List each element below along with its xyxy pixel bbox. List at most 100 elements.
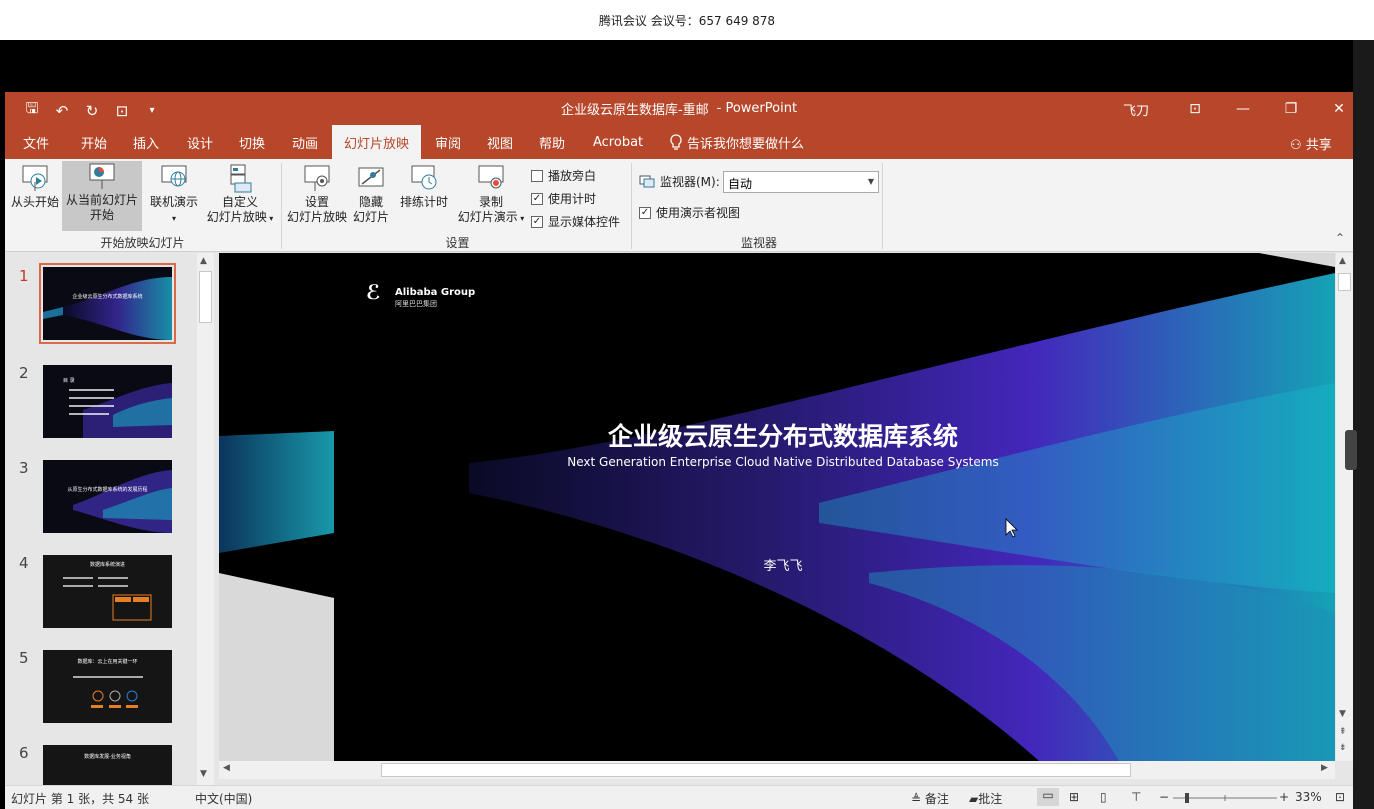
- online-present-button[interactable]: 联机演示 ▾: [146, 163, 202, 233]
- monitor-label-text: 监视器(M):: [660, 175, 720, 189]
- zoom-in-icon[interactable]: +: [1279, 790, 1289, 804]
- restore-icon[interactable]: ❐: [1267, 92, 1315, 125]
- zoom-level[interactable]: 33%: [1295, 790, 1322, 804]
- tab-insert[interactable]: 插入: [121, 125, 171, 159]
- window-title: 企业级云原生数据库-重邮 - PowerPoint: [5, 92, 1353, 125]
- comments-button[interactable]: ▰批注: [969, 790, 1002, 807]
- notes-button[interactable]: ≜ 备注: [911, 790, 949, 807]
- tab-transitions[interactable]: 切换: [227, 125, 277, 159]
- slide-thumbnail-1[interactable]: 企业级云原生分布式数据库系统: [39, 263, 176, 344]
- use-timings-checkbox[interactable]: ✓ 使用计时: [531, 190, 596, 207]
- scroll-up-icon[interactable]: ▲: [200, 256, 207, 266]
- chevron-down-icon: ▼: [867, 177, 874, 186]
- ribbon-display-options-icon[interactable]: ⊡: [1171, 92, 1219, 125]
- previous-slide-icon[interactable]: ⇞: [1339, 727, 1347, 737]
- record-show-button[interactable]: 录制 幻灯片演示 ▾: [453, 163, 529, 233]
- thumbnail-scrollbar[interactable]: ▲ ▼: [197, 253, 214, 785]
- slide-vertical-scrollbar[interactable]: ▲ ▼ ⇞ ⇟: [1336, 253, 1353, 761]
- comments-label: 批注: [978, 792, 1003, 806]
- share-label: 共享: [1305, 138, 1332, 153]
- app-name: - PowerPoint: [716, 101, 798, 116]
- presenter-view-checkbox[interactable]: ✓ 使用演示者视图: [639, 204, 740, 221]
- group-label-setup: 设置: [445, 236, 470, 250]
- notes-label: 备注: [924, 792, 949, 806]
- thumb-title: 数据库：云上在用关键一环: [77, 659, 138, 665]
- slide-sorter-icon[interactable]: ⊞: [1069, 790, 1079, 804]
- notes-icon: ≜: [911, 792, 922, 806]
- scrollbar-thumb[interactable]: [199, 271, 212, 323]
- collapse-handle[interactable]: [1345, 430, 1357, 470]
- group-label-start: 开始放映幻灯片: [100, 236, 185, 250]
- record-dropdown-icon: ▾: [517, 214, 525, 223]
- tab-home[interactable]: 开始: [69, 125, 119, 159]
- play-narration-checkbox[interactable]: 播放旁白: [531, 167, 596, 184]
- rehearse-timings-button[interactable]: 排练计时: [395, 163, 453, 233]
- next-slide-icon[interactable]: ⇟: [1339, 743, 1347, 753]
- slide-title: 企业级云原生分布式数据库系统: [608, 422, 958, 451]
- tab-help[interactable]: 帮助: [527, 125, 577, 159]
- slide-author: 李飞飞: [763, 559, 802, 574]
- scroll-down-icon[interactable]: ▼: [200, 769, 207, 779]
- minimize-icon[interactable]: —: [1219, 92, 1267, 125]
- tab-view[interactable]: 视图: [475, 125, 525, 159]
- powerpoint-window: 🖫 ↶ ↻ ⊡ ▾ 企业级云原生数据库-重邮 - PowerPoint 飞刀 ⊡…: [5, 92, 1353, 809]
- thumb-number: 1: [19, 267, 29, 285]
- thumb-title: 数据库系统演进: [89, 562, 125, 568]
- play-narration-label: 播放旁白: [548, 169, 597, 183]
- hide-slide-button[interactable]: 隐藏 幻灯片: [350, 163, 392, 233]
- tab-review[interactable]: 审阅: [423, 125, 473, 159]
- slide-horizontal-scrollbar[interactable]: ◀ ▶: [219, 761, 1335, 779]
- user-name[interactable]: 飞刀: [1123, 100, 1149, 119]
- from-start-button[interactable]: 从头开始: [7, 163, 63, 227]
- thumb-bg-fiber: [43, 277, 172, 340]
- language[interactable]: 中文(中国): [195, 790, 252, 807]
- tab-acrobat[interactable]: Acrobat: [581, 125, 655, 159]
- close-icon[interactable]: ✕: [1315, 92, 1353, 125]
- slide-canvas[interactable]: ℰ Alibaba Group 阿里巴巴集团 企业级云原生分布式数据库系统 Ne…: [219, 253, 1335, 761]
- slide-edit-area: ℰ Alibaba Group 阿里巴巴集团 企业级云原生分布式数据库系统 Ne…: [219, 253, 1335, 761]
- scroll-right-icon[interactable]: ▶: [1321, 763, 1328, 773]
- fit-to-window-icon[interactable]: ⊡: [1335, 790, 1345, 804]
- side-panel-edge: [1345, 40, 1374, 809]
- thumb-title: 目 录: [63, 378, 75, 384]
- tell-me-box[interactable]: 告诉我你想要做什么: [657, 125, 816, 159]
- monitor-select[interactable]: 自动 ▼: [723, 171, 879, 193]
- logo-text-cn: 阿里巴巴集团: [395, 299, 437, 308]
- scrollbar-thumb[interactable]: [381, 763, 1131, 777]
- use-timings-label: 使用计时: [548, 192, 597, 206]
- scrollbar-thumb[interactable]: [1338, 273, 1351, 291]
- slideshow-view-icon[interactable]: ⊤: [1131, 790, 1141, 804]
- slide-thumbnail-2[interactable]: 目 录: [43, 365, 172, 438]
- slide-thumbnail-panel: 1 企业级云原生分布式数据库系统 2 目 录 3 从原生分布式数据库系统的发展历…: [5, 253, 215, 785]
- slide-thumbnail-5[interactable]: 数据库：云上在用关键一环: [43, 650, 172, 723]
- zoom-slider[interactable]: [1173, 792, 1277, 804]
- tab-design[interactable]: 设计: [175, 125, 225, 159]
- tab-slideshow[interactable]: 幻灯片放映: [332, 125, 422, 159]
- scroll-left-icon[interactable]: ◀: [223, 763, 230, 773]
- from-start-label: 从头开始: [10, 195, 59, 209]
- slide-thumbnail-3[interactable]: 从原生分布式数据库系统的发展历程: [43, 460, 172, 533]
- slide-thumbnail-6[interactable]: 数据库发展-业务视角: [43, 745, 172, 785]
- normal-view-icon[interactable]: ▭: [1037, 788, 1059, 806]
- collapse-ribbon-icon[interactable]: ⌃: [1335, 231, 1345, 245]
- separator: [882, 163, 883, 249]
- slide-thumbnail-4[interactable]: 数据库系统演进: [43, 555, 172, 628]
- alibaba-logo-icon: ℰ: [366, 280, 381, 304]
- scroll-down-icon[interactable]: ▼: [1339, 709, 1346, 719]
- zoom-out-icon[interactable]: −: [1159, 790, 1169, 804]
- thumb-number: 6: [19, 744, 29, 762]
- share-button[interactable]: ⚇ 共享: [1290, 134, 1332, 153]
- setup-show-button[interactable]: 设置 幻灯片放映: [284, 163, 350, 233]
- reading-view-icon[interactable]: ▯: [1100, 790, 1107, 804]
- custom-show-button[interactable]: 自定义 幻灯片放映 ▾: [202, 163, 278, 233]
- scroll-up-icon[interactable]: ▲: [1339, 256, 1346, 266]
- thumb-number: 2: [19, 364, 29, 382]
- thumb-number: 5: [19, 649, 29, 667]
- tab-file[interactable]: 文件: [11, 125, 61, 159]
- fiber-left-strand: [219, 431, 334, 553]
- tab-animations[interactable]: 动画: [280, 125, 330, 159]
- hide-slide-label-2: 幻灯片: [352, 210, 389, 224]
- show-media-checkbox[interactable]: ✓ 显示媒体控件: [531, 213, 620, 230]
- from-current-button[interactable]: 从当前幻灯片 开始: [62, 161, 142, 231]
- black-gap: [0, 40, 1374, 92]
